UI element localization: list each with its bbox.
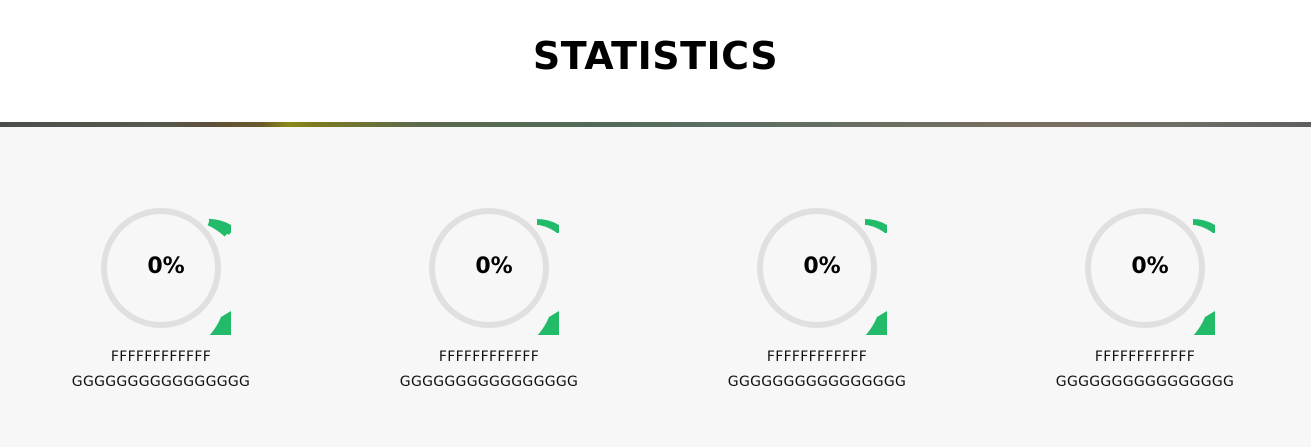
stat-card: 0% FFFFFFFFFFFF GGGGGGGGGGGGGGGG <box>61 205 301 405</box>
stat-label-primary: FFFFFFFFFFFF <box>438 349 540 365</box>
statistics-header: STATISTICS <box>0 0 1311 122</box>
stat-label-secondary: GGGGGGGGGGGGGGGG <box>1055 374 1235 390</box>
stat-card: 0% FFFFFFFFFFFF GGGGGGGGGGGGGGGG <box>389 205 629 405</box>
statistics-section: 0% FFFFFFFFFFFF GGGGGGGGGGGGGGGG 0% FFFF… <box>0 127 1311 447</box>
stat-label-primary: FFFFFFFFFFFF <box>1094 349 1196 365</box>
stat-percent: 0% <box>803 254 841 279</box>
stat-card: 0% FFFFFFFFFFFF GGGGGGGGGGGGGGGG <box>1045 205 1285 405</box>
stat-label-secondary: GGGGGGGGGGGGGGGG <box>71 374 251 390</box>
page-title: STATISTICS <box>532 34 779 78</box>
stat-label-primary: FFFFFFFFFFFF <box>766 349 868 365</box>
stat-percent: 0% <box>1131 254 1169 279</box>
stat-card: 0% FFFFFFFFFFFF GGGGGGGGGGGGGGGG <box>717 205 957 405</box>
stat-label-secondary: GGGGGGGGGGGGGGGG <box>399 374 579 390</box>
stat-percent: 0% <box>475 254 513 279</box>
stat-label-primary: FFFFFFFFFFFF <box>110 349 212 365</box>
stat-percent: 0% <box>147 254 185 279</box>
stat-label-secondary: GGGGGGGGGGGGGGGG <box>727 374 907 390</box>
